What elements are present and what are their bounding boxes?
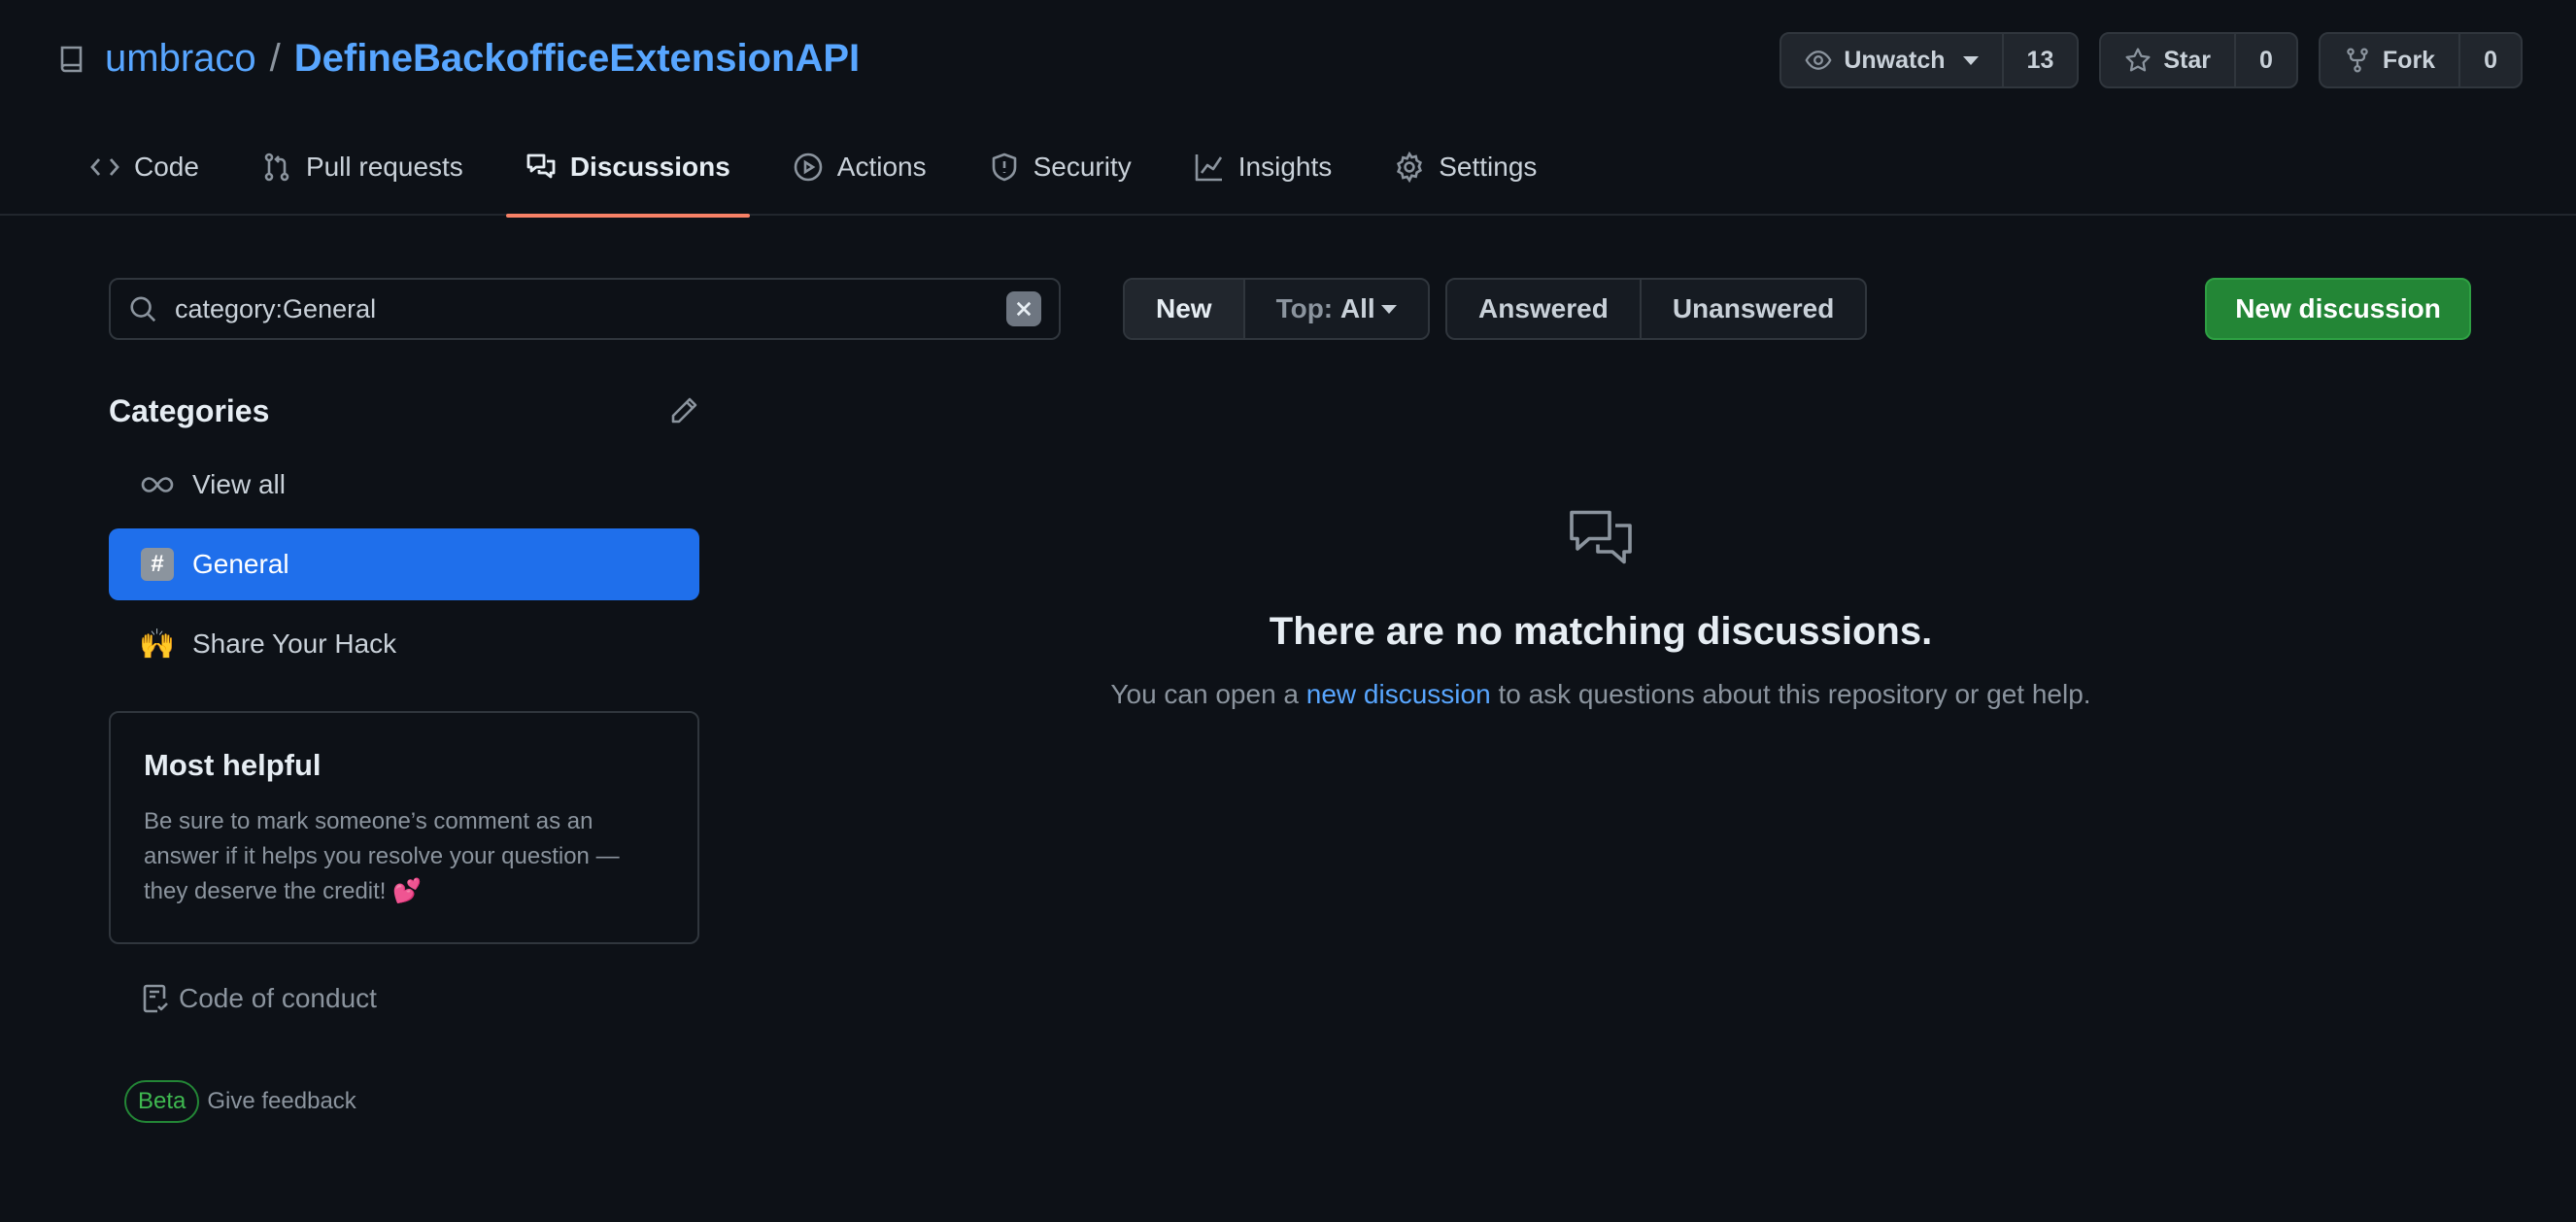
tab-discussions-label: Discussions xyxy=(569,152,730,182)
answered-filter-button[interactable]: Answered xyxy=(1447,280,1640,338)
category-share-your-hack[interactable]: 🙌 Share Your Hack xyxy=(109,608,699,680)
fork-icon xyxy=(2347,48,2368,73)
fork-button-group: Fork 0 xyxy=(2318,32,2523,88)
code-of-conduct-link[interactable]: Code of conduct xyxy=(140,983,377,1014)
checklist-icon xyxy=(143,984,168,1013)
repo-owner-link[interactable]: umbraco xyxy=(105,37,256,81)
code-of-conduct-label: Code of conduct xyxy=(179,983,377,1013)
pull-request-icon xyxy=(264,153,289,182)
tab-code[interactable]: Code xyxy=(70,144,219,216)
star-icon xyxy=(2125,48,2151,72)
category-view-all[interactable]: View all xyxy=(109,449,699,521)
chevron-down-icon xyxy=(1962,55,1979,65)
code-icon xyxy=(90,158,119,176)
search-icon xyxy=(130,296,156,322)
chevron-down-icon xyxy=(1380,304,1397,314)
repo-name-link[interactable]: DefineBackofficeExtensionAPI xyxy=(294,37,860,81)
tab-actions-label: Actions xyxy=(836,152,927,182)
discussion-search xyxy=(109,278,1061,340)
category-view-all-label: View all xyxy=(192,469,286,499)
category-general-label: General xyxy=(192,549,289,579)
empty-state-text: You can open a new discussion to ask que… xyxy=(1049,679,2152,710)
tab-settings[interactable]: Settings xyxy=(1374,144,1556,216)
give-feedback-link[interactable]: Give feedback xyxy=(207,1088,356,1115)
beta-feedback-row: Beta Give feedback xyxy=(124,1080,356,1123)
star-button[interactable]: Star xyxy=(2101,34,2234,86)
empty-state-text-before: You can open a xyxy=(1110,679,1299,709)
raised-hands-emoji: 🙌 xyxy=(139,628,176,661)
tab-insights[interactable]: Insights xyxy=(1174,144,1352,216)
graph-icon xyxy=(1195,154,1222,182)
fork-label: Fork xyxy=(2382,46,2436,74)
sort-new-button[interactable]: New xyxy=(1125,280,1243,338)
most-helpful-text: Be sure to mark someone’s comment as an … xyxy=(144,808,620,904)
tab-settings-label: Settings xyxy=(1439,152,1538,182)
categories-header: Categories xyxy=(109,387,699,435)
answer-filter-group: Answered Unanswered xyxy=(1445,278,1868,340)
sort-top-value: All xyxy=(1339,293,1375,323)
category-general[interactable]: # General xyxy=(109,528,699,600)
repo-separator: / xyxy=(269,36,281,80)
most-helpful-box: Most helpful Be sure to mark someone’s c… xyxy=(109,711,699,944)
repo-title: umbraco / DefineBackofficeExtensionAPI xyxy=(56,29,860,87)
tab-security[interactable]: Security xyxy=(969,144,1151,216)
search-input[interactable] xyxy=(175,293,1006,324)
fork-button[interactable]: Fork xyxy=(2321,34,2458,86)
star-button-group: Star 0 xyxy=(2099,32,2298,88)
shield-icon xyxy=(992,153,1016,182)
new-discussion-button[interactable]: New discussion xyxy=(2205,278,2471,340)
unwatch-label: Unwatch xyxy=(1844,46,1946,74)
new-discussion-link[interactable]: new discussion xyxy=(1306,679,1491,709)
fork-count[interactable]: 0 xyxy=(2458,34,2521,86)
sort-filter-group: New Top: All xyxy=(1123,278,1430,340)
tab-insights-label: Insights xyxy=(1237,152,1333,182)
sort-top-prefix: Top: xyxy=(1275,293,1334,323)
sort-top-dropdown[interactable]: Top: All xyxy=(1242,280,1428,338)
tab-pull-requests[interactable]: Pull requests xyxy=(242,144,483,216)
close-icon xyxy=(1016,301,1032,317)
watch-button-group: Unwatch 13 xyxy=(1779,32,2080,88)
clear-search-button[interactable] xyxy=(1006,291,1041,326)
hash-icon: # xyxy=(138,545,177,584)
tab-pull-requests-label: Pull requests xyxy=(305,152,463,182)
repo-icon xyxy=(60,46,83,73)
tab-code-label: Code xyxy=(134,152,199,182)
repo-tabs: Code Pull requests Discussions Actions S… xyxy=(70,144,1579,218)
play-icon xyxy=(794,153,823,182)
eye-icon xyxy=(1805,51,1832,70)
star-count[interactable]: 0 xyxy=(2234,34,2296,86)
most-helpful-title: Most helpful xyxy=(144,748,322,782)
watch-count[interactable]: 13 xyxy=(2001,34,2078,86)
empty-state-title: There are no matching discussions. xyxy=(1269,610,1933,653)
unanswered-filter-button[interactable]: Unanswered xyxy=(1639,280,1865,338)
empty-state-text-after: to ask questions about this repository o… xyxy=(1498,679,2091,709)
category-share-your-hack-label: Share Your Hack xyxy=(192,628,397,659)
infinity-icon xyxy=(138,465,177,504)
pencil-icon[interactable] xyxy=(668,395,699,426)
beta-badge: Beta xyxy=(124,1080,200,1123)
discussions-icon xyxy=(526,153,556,179)
empty-state: There are no matching discussions. You c… xyxy=(1049,505,2152,710)
tab-actions[interactable]: Actions xyxy=(773,144,946,216)
categories-title: Categories xyxy=(109,392,270,428)
star-label: Star xyxy=(2163,46,2211,74)
gear-icon xyxy=(1397,152,1423,183)
discussions-icon xyxy=(1570,510,1632,564)
unwatch-button[interactable]: Unwatch xyxy=(1781,34,2001,86)
tab-security-label: Security xyxy=(1033,152,1132,182)
tab-discussions[interactable]: Discussions xyxy=(505,144,750,218)
repo-header: umbraco / DefineBackofficeExtensionAPI U… xyxy=(0,0,2576,218)
repo-actions: Unwatch 13 Star 0 Fork 0 xyxy=(1779,32,2523,88)
